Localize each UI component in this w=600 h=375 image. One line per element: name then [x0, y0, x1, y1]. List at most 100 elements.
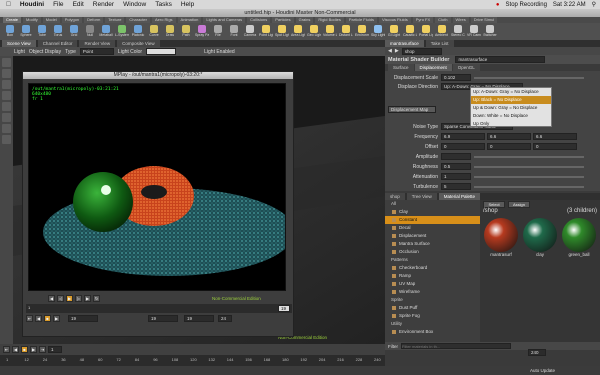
shelf-tool[interactable]: Platonic	[131, 24, 145, 39]
roughness-field[interactable]: 0.5	[441, 163, 471, 170]
tree-item[interactable]: Dust Puff	[385, 304, 480, 312]
offset-y[interactable]: 0	[487, 143, 531, 150]
mplay-prev-icon[interactable]: ◁	[57, 295, 64, 302]
tab-material-palette[interactable]: Material Palette	[438, 193, 481, 200]
shelf-tool[interactable]: Sphere	[19, 24, 33, 39]
shelf-tool[interactable]: Geo Light	[307, 24, 321, 39]
shelf-tool[interactable]: Box	[3, 24, 17, 39]
menu-edit[interactable]: Edit	[73, 1, 84, 8]
render-image[interactable]: /out/mantra1(micropoly)-03:21:21 640x480…	[28, 83, 286, 291]
menu-tasks[interactable]: Tasks	[155, 1, 172, 8]
roughness-slider[interactable]	[474, 165, 584, 168]
play-first-icon[interactable]: ⇤	[3, 346, 10, 353]
tree-category[interactable]: Sprite	[385, 296, 480, 304]
move-tool-icon[interactable]	[2, 69, 11, 78]
view-tool-icon[interactable]	[2, 124, 11, 133]
turbulence-slider[interactable]	[474, 185, 584, 188]
shelf-tool[interactable]: Grid	[67, 24, 81, 39]
snap-tool-icon[interactable]	[2, 135, 11, 144]
shelf-tool[interactable]: Path	[179, 24, 193, 39]
tab-take-list[interactable]: Take List	[425, 40, 454, 47]
dropdown-option[interactable]: Up: Black = No Displace	[471, 96, 551, 104]
shelf-tool[interactable]: Environment	[355, 24, 369, 39]
mplay-step-field[interactable]: 24	[218, 315, 232, 322]
material-thumbnail[interactable]: mantrasurf	[483, 218, 519, 260]
shelf-tool[interactable]: Torus	[51, 24, 65, 39]
shelf-tool[interactable]: Caustic Light	[403, 24, 417, 39]
tree-item[interactable]: UV Map	[385, 280, 480, 288]
record-icon[interactable]: ●	[496, 2, 500, 8]
tab-mantrasurface[interactable]: mantrasurface	[385, 40, 424, 47]
dropdown-option[interactable]: Up & Down: Gray = No Displace	[471, 104, 551, 112]
dropdown-option[interactable]: Up: A-Down: Gray = No Displace	[471, 88, 551, 96]
mplay-play-icon[interactable]: ▶	[66, 295, 73, 302]
handle-tool-icon[interactable]	[2, 102, 11, 111]
tree-item[interactable]: Environment Box	[385, 328, 480, 336]
shelf-tool[interactable]: Curve	[147, 24, 161, 39]
tree-item[interactable]: Constant	[385, 216, 480, 224]
tree-item[interactable]: Mantra Surface	[385, 240, 480, 248]
material-thumbnail[interactable]: green_ball	[561, 218, 597, 260]
disp-scale-field[interactable]: 0.102	[441, 74, 471, 81]
shelf-tool[interactable]: Area Light	[291, 24, 305, 39]
end-frame-field[interactable]: 240	[528, 349, 546, 356]
shelf-tool[interactable]: Camera	[243, 24, 257, 39]
mplay-range-end[interactable]: 19	[184, 315, 214, 322]
tab-render-view[interactable]: Render View	[79, 40, 116, 47]
menu-render[interactable]: Render	[93, 1, 114, 8]
shelf-tool[interactable]: Ambient Light	[435, 24, 449, 39]
tree-item[interactable]: Checkerboard	[385, 264, 480, 272]
light-mode-label[interactable]: Light	[14, 49, 25, 55]
tree-category[interactable]: Utility	[385, 320, 480, 328]
tree-item[interactable]: Ramp	[385, 272, 480, 280]
tree-item[interactable]: Wireframe	[385, 288, 480, 296]
shelf-tool[interactable]: Stereo Camera	[451, 24, 465, 39]
play-back-icon[interactable]: ◀	[12, 346, 19, 353]
shelf-tool[interactable]: VR Camera	[467, 24, 481, 39]
mplay-timeline[interactable]: 1 19	[26, 304, 292, 313]
mplay-next-icon[interactable]: ▷	[75, 295, 82, 302]
dropdown-option[interactable]: Up Only	[471, 120, 551, 128]
shader-name[interactable]: mantrasurface	[455, 56, 546, 63]
select-tool-icon[interactable]	[2, 58, 11, 67]
mplay-stop-icon[interactable]: ■	[44, 315, 51, 322]
attenuation-slider[interactable]	[474, 175, 584, 178]
shelf-tool[interactable]: Tube	[35, 24, 49, 39]
back-icon[interactable]: ◀	[388, 48, 392, 54]
network-path[interactable]: shop	[401, 47, 442, 55]
tab-tree-view[interactable]: Tree View	[406, 193, 437, 200]
tab-scene-view[interactable]: Scene View	[2, 40, 36, 47]
mplay-fwd-icon[interactable]: ▶	[53, 315, 60, 322]
frequency-z[interactable]: 6.6	[533, 133, 577, 140]
frequency-y[interactable]: 6.6	[487, 133, 531, 140]
tree-item[interactable]: Occlusion	[385, 248, 480, 256]
shelf-tool[interactable]: Distant Light	[339, 24, 353, 39]
tree-item[interactable]: Displacement	[385, 232, 480, 240]
apple-icon[interactable]: 	[6, 1, 11, 8]
mplay-first-icon[interactable]: ◀	[48, 295, 55, 302]
shelf-tool[interactable]: Spray Paint	[195, 24, 209, 39]
tree-header[interactable]: All	[385, 200, 480, 208]
menu-window[interactable]: Window	[123, 1, 146, 8]
shelf-tool[interactable]: Null	[83, 24, 97, 39]
mplay-end-frame[interactable]: 19	[278, 305, 290, 312]
filter-input[interactable]	[401, 343, 511, 349]
tree-item[interactable]: Sprite Fog	[385, 312, 480, 320]
amplitude-slider[interactable]	[474, 155, 584, 158]
scale-tool-icon[interactable]	[2, 91, 11, 100]
shelf-tool[interactable]: Portal Light	[419, 24, 433, 39]
frequency-x[interactable]: 6.9	[441, 133, 485, 140]
tree-category[interactable]: Patterns	[385, 256, 480, 264]
menu-help[interactable]: Help	[181, 1, 194, 8]
shelf-tool[interactable]: GI Light	[387, 24, 401, 39]
shelf-tool[interactable]: File	[211, 24, 225, 39]
offset-z[interactable]: 0	[533, 143, 577, 150]
shelf-tool[interactable]: Metaball	[99, 24, 113, 39]
shelf-tool[interactable]: Point Light	[259, 24, 273, 39]
disp-map-button[interactable]: Displacement Map	[388, 106, 436, 113]
turbulence-field[interactable]: 5	[441, 183, 471, 190]
tab-opengl[interactable]: OpenGL	[452, 64, 480, 71]
pose-tool-icon[interactable]	[2, 113, 11, 122]
amplitude-field[interactable]	[441, 153, 471, 160]
shelf-tool[interactable]: Sky Light	[371, 24, 385, 39]
